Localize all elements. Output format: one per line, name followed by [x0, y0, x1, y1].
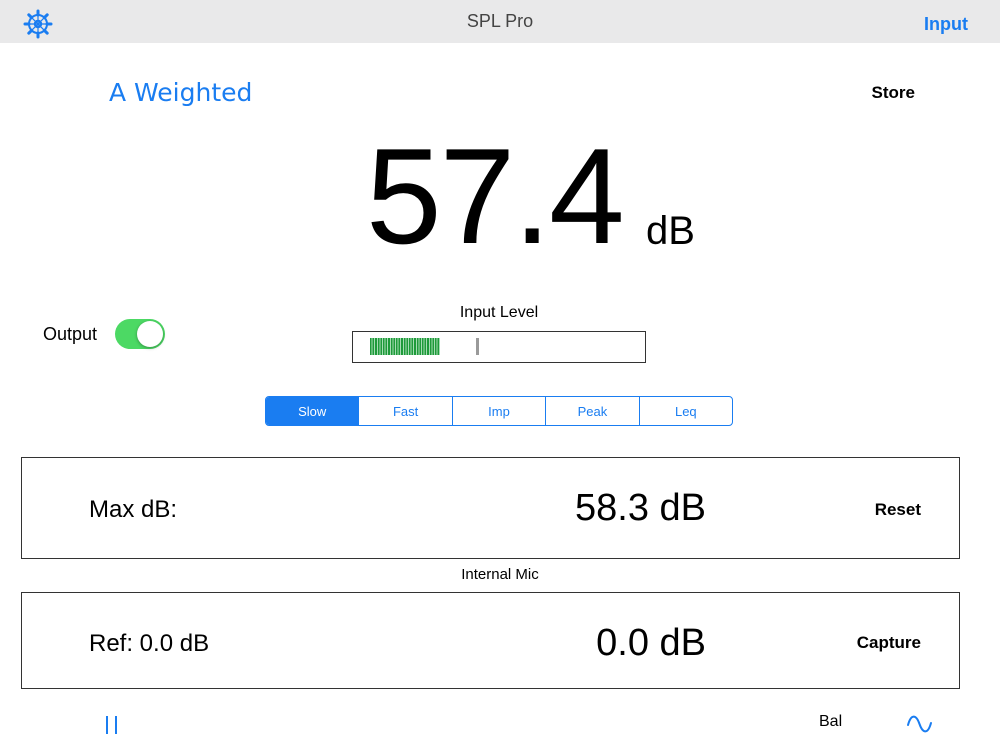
toggle-knob: [137, 321, 163, 347]
reference-panel: Ref: 0.0 dB 0.0 dB Capture: [21, 592, 960, 689]
pause-icon[interactable]: [104, 716, 120, 736]
input-level-label: Input Level: [459, 304, 539, 321]
max-db-label: Max dB:: [89, 496, 178, 523]
weighting-button[interactable]: A Weighted: [109, 78, 252, 107]
max-db-value: 58.3 dB: [575, 487, 706, 529]
ref-label: Ref: 0.0 dB: [89, 630, 210, 657]
response-mode-selector: Slow Fast Imp Peak Leq: [265, 396, 733, 426]
mode-imp[interactable]: Imp: [451, 397, 545, 425]
reset-button[interactable]: Reset: [875, 500, 921, 520]
capture-button[interactable]: Capture: [857, 633, 921, 653]
balanced-button[interactable]: Bal: [819, 713, 842, 731]
mode-peak[interactable]: Peak: [545, 397, 638, 425]
max-db-panel: Max dB: 58.3 dB Reset: [21, 457, 960, 559]
spl-unit: dB: [646, 209, 695, 253]
input-level-peak-marker: [476, 338, 479, 355]
sine-wave-icon[interactable]: [906, 712, 933, 736]
store-button[interactable]: Store: [872, 83, 915, 103]
mode-leq[interactable]: Leq: [638, 397, 732, 425]
source-label: Internal Mic: [461, 566, 539, 583]
page-title: SPL Pro: [466, 11, 534, 31]
output-label: Output: [43, 324, 98, 344]
mode-slow[interactable]: Slow: [266, 397, 359, 425]
input-level-fill: [370, 338, 440, 355]
mode-fast[interactable]: Fast: [358, 397, 451, 425]
ref-value: 0.0 dB: [596, 622, 706, 664]
input-level-meter: [352, 331, 646, 363]
input-button[interactable]: Input: [924, 14, 968, 35]
spl-reading: 57.4: [366, 120, 625, 272]
output-toggle[interactable]: [115, 319, 165, 349]
navigation-bar: SPL Pro Input: [0, 0, 1000, 43]
